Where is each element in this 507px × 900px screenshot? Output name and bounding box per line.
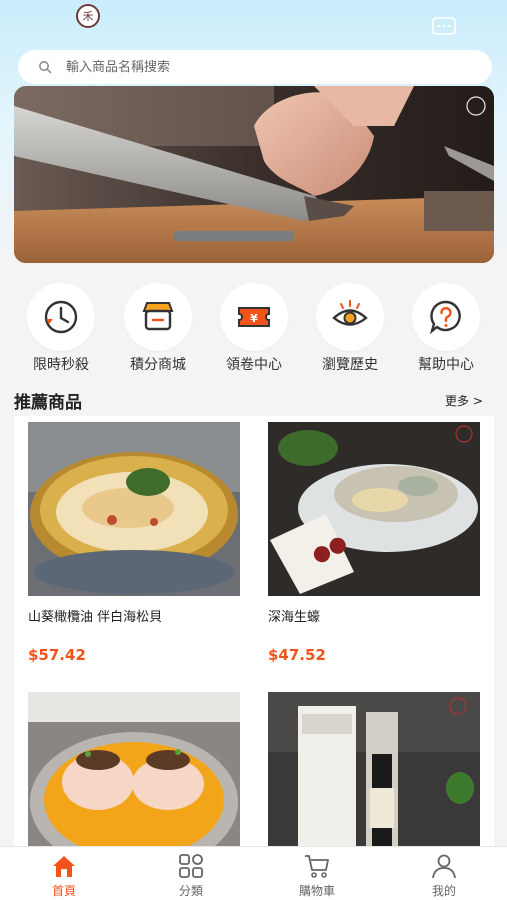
category-points-mall[interactable]: 積分商城 xyxy=(108,283,208,374)
product-card[interactable] xyxy=(268,692,484,846)
category-label: 幫助中心 xyxy=(418,357,474,373)
product-price: $57.42 xyxy=(28,646,86,664)
tab-label: 首頁 xyxy=(51,884,76,898)
more-link[interactable]: 更多 > xyxy=(445,392,483,409)
product-image: ⬤⬤ xyxy=(268,422,480,596)
search-icon xyxy=(39,61,52,74)
brand-logo: 禾 xyxy=(76,4,102,32)
product-card[interactable]: ⬤⬤ 深海生蠔 $47.52 xyxy=(268,422,484,664)
category-icon-bg xyxy=(316,283,384,351)
product-name: 山葵橄欖油 伴白海松貝 xyxy=(28,610,163,625)
product-name: 深海生蠔 xyxy=(268,610,321,625)
store-icon xyxy=(142,302,174,331)
user-icon xyxy=(432,854,456,879)
cart-icon xyxy=(305,855,329,878)
svg-text:¥: ¥ xyxy=(250,312,258,325)
category-icon-bg xyxy=(124,283,192,351)
category-flash-sale[interactable]: 限時秒殺 xyxy=(11,283,111,374)
grid-icon xyxy=(179,854,203,878)
tab-category[interactable]: 分類 xyxy=(151,853,231,899)
tab-cart[interactable]: 購物車 xyxy=(277,853,357,899)
help-icon xyxy=(429,300,461,335)
tab-label: 購物車 xyxy=(298,884,335,898)
tab-profile[interactable]: 我的 xyxy=(404,853,484,899)
bottom-tab-bar: 首頁 分類 購物車 我的 xyxy=(0,846,507,900)
category-coupon-center[interactable]: ¥ 領卷中心 xyxy=(204,283,304,374)
banner-image xyxy=(14,86,494,263)
category-label: 領卷中心 xyxy=(226,357,282,373)
category-shortcuts: 限時秒殺 積分商城 ¥ 領卷中心 瀏覽歷史 幫助中心 xyxy=(0,283,507,373)
tab-home[interactable]: 首頁 xyxy=(24,853,104,899)
product-image xyxy=(28,692,240,846)
category-icon-bg xyxy=(27,283,95,351)
eye-icon xyxy=(332,300,368,326)
category-icon-bg: ¥ xyxy=(220,283,288,351)
logo-mark: 禾 xyxy=(76,4,100,28)
category-help-center[interactable]: 幫助中心 xyxy=(396,283,496,374)
category-icon-bg xyxy=(412,283,480,351)
home-icon xyxy=(53,856,75,877)
section-title: 推薦商品 xyxy=(14,393,82,413)
category-label: 瀏覽歷史 xyxy=(322,357,378,373)
search-bar[interactable] xyxy=(18,50,492,84)
category-browse-history[interactable]: 瀏覽歷史 xyxy=(300,283,400,374)
product-image xyxy=(28,422,240,596)
promo-banner[interactable] xyxy=(14,86,494,263)
product-price: $47.52 xyxy=(268,646,326,664)
category-label: 限時秒殺 xyxy=(33,357,89,373)
category-label: 積分商城 xyxy=(130,357,186,373)
product-grid: 山葵橄欖油 伴白海松貝 $57.42 ⬤⬤ 深海生蠔 $47.52 xyxy=(14,416,494,846)
search-input[interactable] xyxy=(66,59,466,75)
clock-icon xyxy=(44,300,78,334)
ticket-icon: ¥ xyxy=(238,307,270,327)
tab-label: 我的 xyxy=(431,884,456,898)
message-icon[interactable] xyxy=(432,17,456,35)
product-image xyxy=(268,692,480,846)
product-card[interactable] xyxy=(28,692,244,846)
tab-label: 分類 xyxy=(178,884,203,898)
product-card[interactable]: 山葵橄欖油 伴白海松貝 $57.42 xyxy=(28,422,244,664)
